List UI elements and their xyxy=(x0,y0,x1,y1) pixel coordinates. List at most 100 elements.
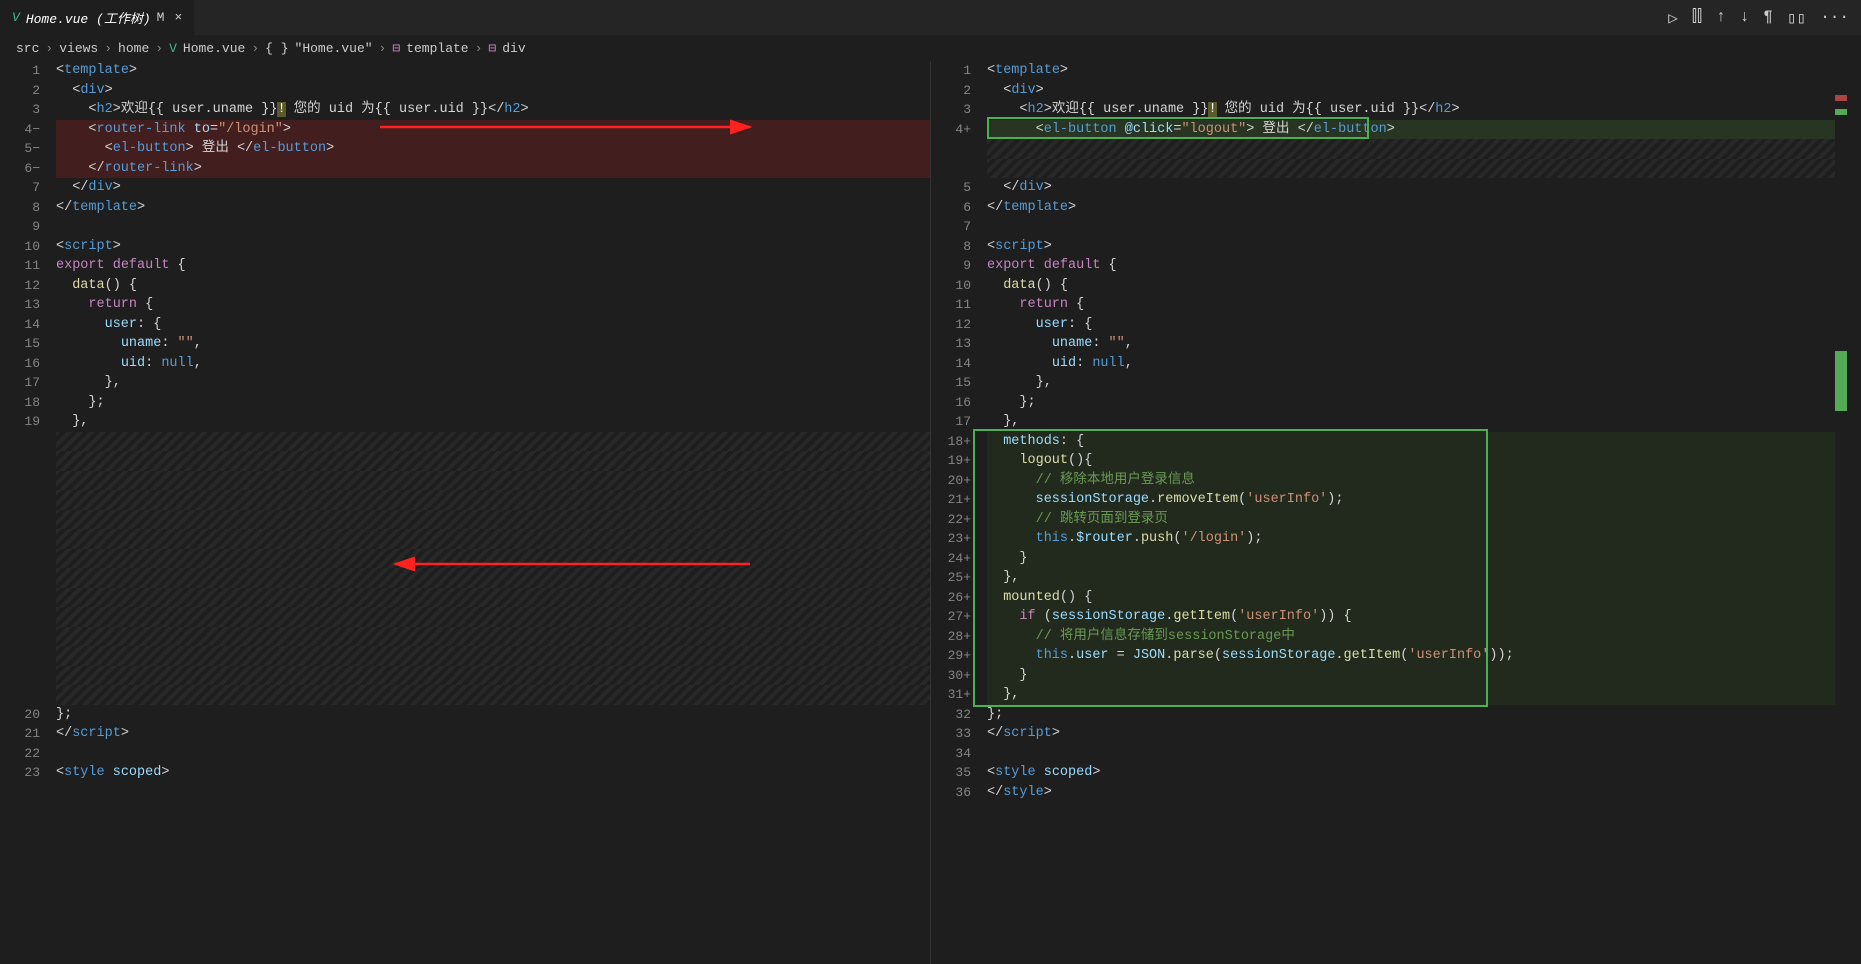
code-line[interactable]: if (sessionStorage.getItem('userInfo')) … xyxy=(987,607,1861,627)
code-lines-left[interactable]: <template> <div> <h2>欢迎{{ user.uname }}!… xyxy=(52,61,930,964)
tab-home-vue[interactable]: V Home.vue (工作树) M × xyxy=(0,0,195,35)
code-line[interactable]: <template> xyxy=(56,61,930,81)
code-line[interactable] xyxy=(987,159,1861,179)
code-line[interactable]: uname: "", xyxy=(56,334,930,354)
diff-pane-original[interactable]: 1234−5−6−7891011121314151617181920212223… xyxy=(0,61,931,964)
code-line[interactable] xyxy=(56,646,930,666)
code-line[interactable]: user: { xyxy=(56,315,930,335)
code-line[interactable]: <router-link to="/login"> xyxy=(56,120,930,140)
tab-actions: ▷ ⫿⫿ ↑ ↓ ¶ ▯▯ ··· xyxy=(1668,8,1861,28)
code-line[interactable]: }; xyxy=(56,705,930,725)
code-line[interactable]: export default { xyxy=(56,256,930,276)
code-line[interactable]: } xyxy=(987,549,1861,569)
code-line[interactable] xyxy=(56,490,930,510)
code-line[interactable]: </div> xyxy=(987,178,1861,198)
code-line[interactable]: <h2>欢迎{{ user.uname }}! 您的 uid 为{{ user.… xyxy=(56,100,930,120)
code-line[interactable]: <script> xyxy=(987,237,1861,257)
breadcrumb-div[interactable]: div xyxy=(502,41,525,56)
code-line[interactable] xyxy=(56,744,930,764)
code-line[interactable] xyxy=(987,744,1861,764)
code-line[interactable]: logout(){ xyxy=(987,451,1861,471)
code-line[interactable] xyxy=(987,139,1861,159)
code-line[interactable]: }, xyxy=(987,568,1861,588)
code-line[interactable]: <style scoped> xyxy=(987,763,1861,783)
code-line[interactable]: <el-button> 登出 </el-button> xyxy=(56,139,930,159)
run-icon[interactable]: ▷ xyxy=(1668,8,1678,28)
code-line[interactable] xyxy=(56,685,930,705)
breadcrumb-template[interactable]: template xyxy=(406,41,468,56)
code-line[interactable]: // 将用户信息存储到sessionStorage中 xyxy=(987,627,1861,647)
code-line[interactable]: return { xyxy=(56,295,930,315)
code-line[interactable]: <template> xyxy=(987,61,1861,81)
breadcrumb-src[interactable]: src xyxy=(16,41,39,56)
code-line[interactable]: user: { xyxy=(987,315,1861,335)
code-line[interactable]: }, xyxy=(56,373,930,393)
code-line[interactable]: sessionStorage.removeItem('userInfo'); xyxy=(987,490,1861,510)
code-line[interactable]: <div> xyxy=(987,81,1861,101)
code-line[interactable] xyxy=(56,510,930,530)
code-line[interactable]: <div> xyxy=(56,81,930,101)
code-line[interactable]: <script> xyxy=(56,237,930,257)
overview-ruler[interactable] xyxy=(1835,61,1847,964)
code-line[interactable]: uid: null, xyxy=(987,354,1861,374)
layout-icon[interactable]: ▯▯ xyxy=(1787,8,1806,28)
vertical-scrollbar[interactable] xyxy=(1847,61,1861,964)
code-line[interactable]: }, xyxy=(56,412,930,432)
breadcrumb-views[interactable]: views xyxy=(59,41,98,56)
code-line[interactable]: </template> xyxy=(56,198,930,218)
breadcrumb-component[interactable]: "Home.vue" xyxy=(295,41,373,56)
code-line[interactable]: </div> xyxy=(56,178,930,198)
code-line[interactable]: </script> xyxy=(987,724,1861,744)
code-line[interactable] xyxy=(56,607,930,627)
code-line[interactable]: }, xyxy=(987,373,1861,393)
code-line[interactable]: </template> xyxy=(987,198,1861,218)
code-line[interactable] xyxy=(56,217,930,237)
code-line[interactable]: uid: null, xyxy=(56,354,930,374)
code-line[interactable] xyxy=(56,627,930,647)
breadcrumb-file[interactable]: Home.vue xyxy=(183,41,245,56)
more-icon[interactable]: ··· xyxy=(1820,8,1849,28)
code-line[interactable]: }; xyxy=(56,393,930,413)
split-icon[interactable]: ⫿⫿ xyxy=(1692,8,1702,28)
code-line[interactable]: <el-button @click="logout"> 登出 </el-butt… xyxy=(987,120,1861,140)
code-line[interactable] xyxy=(56,471,930,491)
code-line[interactable]: </style> xyxy=(987,783,1861,803)
code-line[interactable] xyxy=(56,666,930,686)
code-line[interactable]: this.user = JSON.parse(sessionStorage.ge… xyxy=(987,646,1861,666)
code-line[interactable]: }; xyxy=(987,393,1861,413)
code-line[interactable]: methods: { xyxy=(987,432,1861,452)
code-line[interactable]: <style scoped> xyxy=(56,763,930,783)
code-line[interactable]: data() { xyxy=(56,276,930,296)
code-line[interactable]: // 移除本地用户登录信息 xyxy=(987,471,1861,491)
code-line[interactable] xyxy=(56,432,930,452)
code-line[interactable]: </router-link> xyxy=(56,159,930,179)
code-line[interactable]: </script> xyxy=(56,724,930,744)
arrow-up-icon[interactable]: ↑ xyxy=(1716,8,1726,28)
code-line[interactable] xyxy=(56,549,930,569)
vue-file-icon: V xyxy=(169,41,177,56)
code-line[interactable]: export default { xyxy=(987,256,1861,276)
diff-pane-modified[interactable]: 1234+56789101112131415161718+19+20+21+22… xyxy=(931,61,1861,964)
code-lines-right[interactable]: <template> <div> <h2>欢迎{{ user.uname }}!… xyxy=(983,61,1861,964)
code-line[interactable] xyxy=(56,568,930,588)
code-line[interactable]: } xyxy=(987,666,1861,686)
code-line[interactable] xyxy=(56,588,930,608)
code-line[interactable]: data() { xyxy=(987,276,1861,296)
code-line[interactable]: mounted() { xyxy=(987,588,1861,608)
arrow-down-icon[interactable]: ↓ xyxy=(1740,8,1750,28)
code-line[interactable]: uname: "", xyxy=(987,334,1861,354)
breadcrumb-home[interactable]: home xyxy=(118,41,149,56)
code-line[interactable] xyxy=(56,529,930,549)
whitespace-icon[interactable]: ¶ xyxy=(1763,8,1773,28)
code-line[interactable]: <h2>欢迎{{ user.uname }}! 您的 uid 为{{ user.… xyxy=(987,100,1861,120)
code-line[interactable]: }; xyxy=(987,705,1861,725)
code-line[interactable]: }, xyxy=(987,412,1861,432)
close-icon[interactable]: × xyxy=(174,10,182,25)
code-line[interactable]: // 跳转页面到登录页 xyxy=(987,510,1861,530)
code-line[interactable] xyxy=(56,451,930,471)
code-line[interactable]: return { xyxy=(987,295,1861,315)
breadcrumb[interactable]: src › views › home › V Home.vue › { } "H… xyxy=(0,35,1861,61)
code-line[interactable]: }, xyxy=(987,685,1861,705)
code-line[interactable]: this.$router.push('/login'); xyxy=(987,529,1861,549)
code-line[interactable] xyxy=(987,217,1861,237)
